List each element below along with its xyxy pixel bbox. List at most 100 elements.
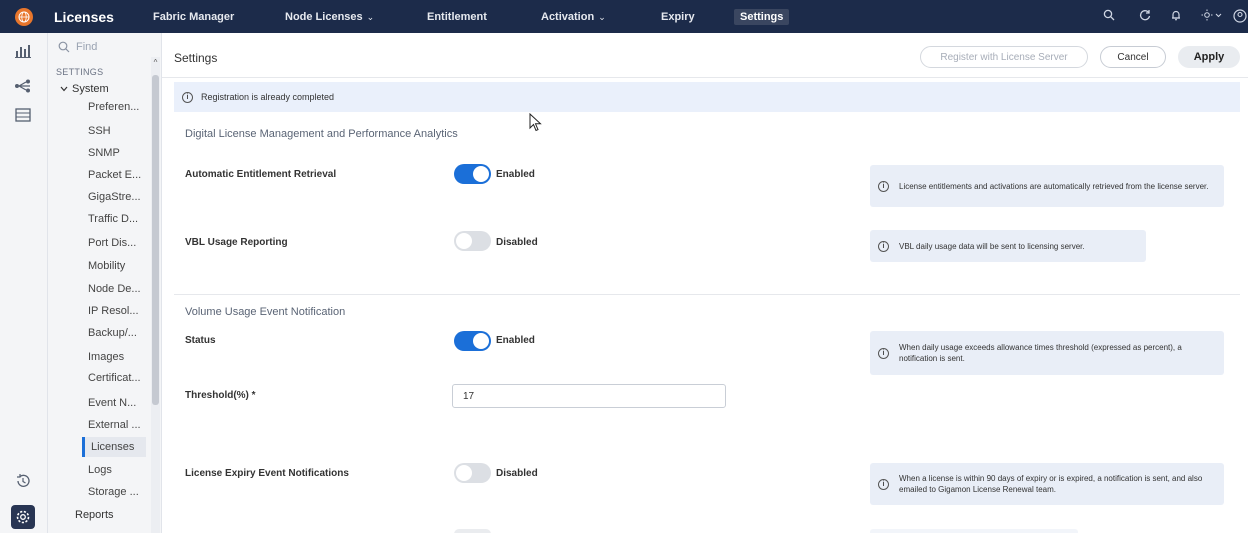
tree-item-ip-resol[interactable]: IP Resol... [88,305,139,317]
page-title: Settings [174,51,218,65]
toggle-knob [473,333,489,349]
status-label: Status [185,335,216,346]
bell-icon[interactable] [1168,9,1184,24]
tree-group-system[interactable]: System [60,83,109,95]
register-button[interactable]: Register with License Server [920,46,1088,68]
status-info: i When daily usage exceeds allowance tim… [870,331,1224,375]
tree-item-preferences[interactable]: Preferen... [88,101,139,113]
section-title-volume: Volume Usage Event Notification [185,306,346,318]
info-icon: i [878,240,889,252]
search-icon[interactable] [1101,9,1117,24]
tree-group-label: System [72,83,109,95]
tree-item-gigastream[interactable]: GigaStre... [88,191,141,203]
nav-label: Entitlement [427,11,487,23]
tree-item-external[interactable]: External ... [88,419,141,431]
dashboard-icon[interactable] [11,39,35,63]
nav-label: Activation [541,11,595,23]
top-bar: Licenses Fabric Manager Node Licenses ⌄ E… [0,0,1248,33]
nav-settings[interactable]: Settings [734,9,790,25]
partial-toggle[interactable] [454,529,491,533]
tree-item-reports[interactable]: Reports [75,509,114,521]
tree-item-port-dis[interactable]: Port Dis... [88,237,136,249]
app-title: Licenses [54,9,114,25]
topology-icon[interactable] [11,74,35,98]
info-icon: i [878,478,889,490]
apply-button[interactable]: Apply [1178,46,1240,68]
mouse-cursor-icon [529,112,543,138]
expiry-toggle[interactable] [454,463,491,483]
tree-item-traffic-d[interactable]: Traffic D... [88,213,138,225]
info-icon: i [878,347,889,359]
vbl-usage-label: VBL Usage Reporting [185,237,288,248]
tree-item-licenses[interactable]: Licenses [82,437,146,457]
cancel-button[interactable]: Cancel [1100,46,1166,68]
tree-item-node-de[interactable]: Node De... [88,283,141,295]
app-logo[interactable] [0,0,48,33]
tree-item-mobility[interactable]: Mobility [88,260,125,272]
refresh-icon[interactable] [1137,9,1153,24]
find-placeholder: Find [76,41,98,53]
expiry-label: License Expiry Event Notifications [185,468,349,479]
nav-label: Expiry [661,11,695,23]
chevron-down-icon [60,86,68,92]
settings-icon[interactable] [11,505,35,529]
registration-banner: i Registration is already completed [174,82,1240,112]
threshold-input[interactable] [452,384,726,408]
auto-entitlement-label: Automatic Entitlement Retrieval [185,169,337,180]
section-divider [174,294,1240,295]
inventory-icon[interactable] [11,103,35,127]
nav-fabric-manager[interactable]: Fabric Manager [153,11,234,23]
threshold-label: Threshold(%) * [185,390,256,401]
nav-activation[interactable]: Activation ⌄ [541,11,606,23]
tree-item-event-n[interactable]: Event N... [88,397,136,409]
nav-label: Fabric Manager [153,11,235,23]
history-icon[interactable] [11,469,35,493]
toggle-knob [456,465,472,481]
chevron-down-icon: ⌄ [598,12,606,22]
auto-entitlement-toggle[interactable] [454,164,491,184]
find-input[interactable]: Find [58,41,97,53]
left-rail [0,33,48,533]
tree-scrollbar[interactable]: ^ [151,57,160,533]
scroll-thumb[interactable] [152,75,159,405]
scroll-up-icon[interactable]: ^ [151,57,160,69]
info-icon: i [878,180,889,192]
tree-item-backup[interactable]: Backup/... [88,327,137,339]
toggle-knob [473,166,489,182]
nav-entitlement[interactable]: Entitlement [427,11,487,23]
info-text: License entitlements and activations are… [899,181,1209,191]
chevron-down-icon: ⌄ [366,12,375,22]
search-icon [58,41,70,53]
nav-expiry[interactable]: Expiry [661,11,695,23]
vbl-usage-toggle[interactable] [454,231,491,251]
tree-item-logs[interactable]: Logs [88,464,112,476]
info-icon: i [182,91,193,103]
partial-info [870,529,1078,533]
expiry-state: Disabled [496,468,538,479]
banner-text: Registration is already completed [201,92,335,102]
theme-icon[interactable] [1200,9,1224,24]
status-state: Enabled [496,335,535,346]
tree-item-packet-e[interactable]: Packet E... [88,169,141,181]
toggle-knob [456,233,472,249]
header-divider [162,77,1248,78]
info-text: VBL daily usage data will be sent to lic… [899,241,1085,251]
expiry-info: i When a license is within 90 days of ex… [870,463,1224,505]
status-toggle[interactable] [454,331,491,351]
nav-label: Node Licenses [285,11,363,23]
tree-item-snmp[interactable]: SNMP [88,147,120,159]
nav-label: Settings [740,11,784,23]
user-icon[interactable] [1232,9,1248,26]
tree-item-certificates[interactable]: Certificat... [88,372,141,384]
tree-item-storage[interactable]: Storage ... [88,486,139,498]
info-text: When a license is within 90 days of expi… [899,474,1203,494]
vbl-usage-state: Disabled [496,237,538,248]
globe-icon [15,7,33,26]
tree-section-label: SETTINGS [56,67,104,77]
tree-item-ssh[interactable]: SSH [88,125,111,137]
nav-node-licenses[interactable]: Node Licenses ⌄ [285,11,374,23]
info-text: When daily usage exceeds allowance times… [899,343,1182,363]
settings-tree: Find ^ SETTINGS System Preferen... SSH S… [48,33,162,533]
auto-entitlement-state: Enabled [496,169,535,180]
tree-item-images[interactable]: Images [88,351,124,363]
